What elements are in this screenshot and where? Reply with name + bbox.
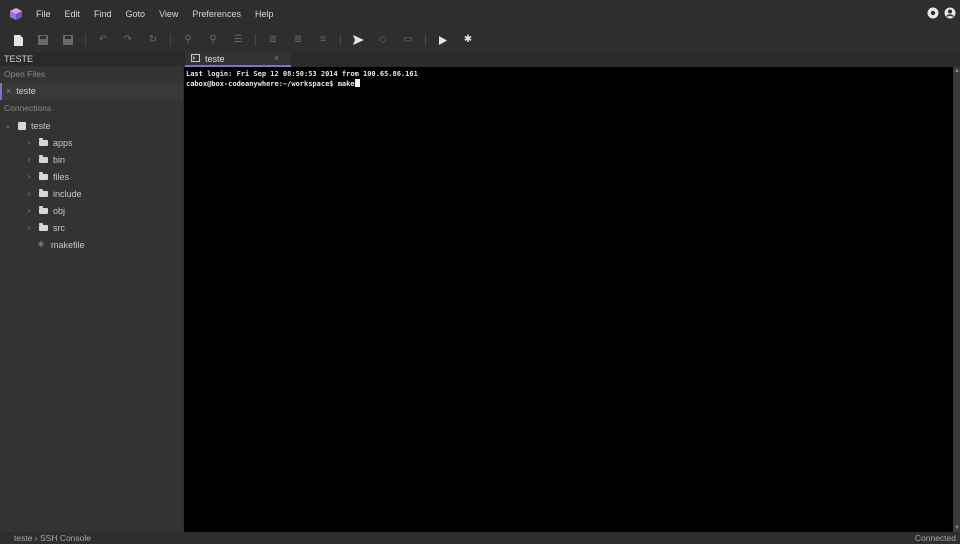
tab-bar: teste × xyxy=(183,52,960,67)
connections-label: Connections xyxy=(4,103,52,113)
redo-icon[interactable]: ↷ xyxy=(120,32,136,48)
open-file-item[interactable]: × teste xyxy=(0,83,183,100)
folder-icon xyxy=(39,223,48,231)
tree-folder-label: include xyxy=(53,188,82,199)
undo-icon[interactable]: ↶ xyxy=(95,32,111,48)
toolbar-separator xyxy=(255,34,256,46)
menu-edit[interactable]: Edit xyxy=(65,9,81,19)
tree-folder-files[interactable]: › files xyxy=(0,168,183,185)
chevron-right-icon[interactable]: › xyxy=(25,223,33,232)
folder-icon xyxy=(39,172,48,180)
menu-right-icons xyxy=(926,6,956,19)
cube-logo-icon[interactable] xyxy=(6,4,26,24)
terminal-scrollbar[interactable]: ▲ ▼ xyxy=(953,67,960,532)
menu-goto[interactable]: Goto xyxy=(126,9,146,19)
toolbar: ↶ ↷ ↻ ⚲ ⚲ ☰ ≣ ≣ ≡ ◇ ▭ ✱ xyxy=(0,28,960,52)
terminal-line: cabox@box-codeanywhere:~/workspace$ make xyxy=(186,80,355,88)
server-icon xyxy=(18,121,26,130)
tree-folder-label: apps xyxy=(53,137,73,148)
new-file-icon[interactable] xyxy=(10,32,26,48)
open-file-label: teste xyxy=(16,86,36,96)
scroll-up-arrow-icon[interactable]: ▲ xyxy=(954,68,960,74)
chevron-right-icon[interactable]: › xyxy=(25,206,33,215)
save-icon[interactable] xyxy=(35,32,51,48)
terminal-cursor xyxy=(354,79,360,87)
menu-find[interactable]: Find xyxy=(94,9,112,19)
tree-root-label: teste xyxy=(31,120,51,131)
terminal-line: Last login: Fri Sep 12 08:50:53 2014 fro… xyxy=(186,70,418,78)
search-icon[interactable]: ⚲ xyxy=(180,32,196,48)
chevron-down-icon[interactable]: ⌄ xyxy=(4,121,12,130)
folder-icon xyxy=(39,189,48,197)
toolbar-separator xyxy=(425,34,426,46)
account-icon[interactable] xyxy=(943,6,956,19)
menu-file[interactable]: File xyxy=(36,9,51,19)
asterisk-file-icon: ∗ xyxy=(36,239,46,250)
save-all-icon[interactable] xyxy=(60,32,76,48)
tree-folder-label: files xyxy=(53,171,70,182)
tree-folder-label: obj xyxy=(53,205,66,216)
close-icon[interactable]: × xyxy=(6,83,11,100)
tree-folder-label: bin xyxy=(53,154,66,165)
window-icon[interactable]: ▭ xyxy=(400,32,416,48)
tree-root[interactable]: ⌄ teste xyxy=(0,117,183,134)
tab-label: teste xyxy=(205,53,225,64)
terminal-prompt-line: cabox@box-codeanywhere:~/workspace$ make xyxy=(186,79,951,89)
send-icon[interactable] xyxy=(350,32,366,48)
chevron-right-icon[interactable]: › xyxy=(25,172,33,181)
scroll-down-arrow-icon[interactable]: ▼ xyxy=(954,525,960,531)
gear-icon[interactable]: ✱ xyxy=(460,32,476,48)
folder-icon xyxy=(39,155,48,163)
run-icon[interactable] xyxy=(435,32,451,48)
status-bar: teste › SSH Console Connected xyxy=(0,532,960,544)
sidebar: TESTE Open Files × teste Connections ⌄ t… xyxy=(0,52,183,532)
menu-help[interactable]: Help xyxy=(255,9,274,19)
chevron-right-icon[interactable]: › xyxy=(25,189,33,198)
chevron-right-icon[interactable]: › xyxy=(25,155,33,164)
tab-teste[interactable]: teste × xyxy=(185,52,291,67)
project-title: TESTE xyxy=(0,52,183,66)
toolbar-separator xyxy=(85,34,86,46)
menu-bar: File Edit Find Goto View Preferences Hel… xyxy=(0,0,960,28)
status-breadcrumb: teste › SSH Console xyxy=(14,533,92,543)
folder-icon xyxy=(39,206,48,214)
align-icon[interactable]: ☰ xyxy=(230,32,246,48)
tree-folder-include[interactable]: › include xyxy=(0,185,183,202)
status-drop-icon[interactable] xyxy=(926,6,939,19)
tree-folder-apps[interactable]: › apps xyxy=(0,134,183,151)
preview-icon[interactable]: ◇ xyxy=(375,32,391,48)
tree-file-makefile[interactable]: ∗ makefile xyxy=(0,236,183,253)
search-replace-icon[interactable]: ⚲ xyxy=(205,32,221,48)
open-files-label: Open Files xyxy=(4,69,46,79)
comment-icon[interactable]: ≡ xyxy=(315,32,331,48)
refresh-icon[interactable]: ↻ xyxy=(145,32,161,48)
indent-icon[interactable]: ≣ xyxy=(265,32,281,48)
menu-preferences[interactable]: Preferences xyxy=(192,9,241,19)
folder-icon xyxy=(39,138,48,146)
terminal-icon xyxy=(191,53,200,64)
tree-file-label: makefile xyxy=(51,239,85,250)
menu-view[interactable]: View xyxy=(159,9,178,19)
tree-folder-src[interactable]: › src xyxy=(0,219,183,236)
tree-folder-bin[interactable]: › bin xyxy=(0,151,183,168)
toolbar-separator xyxy=(340,34,341,46)
connection-status: Connected xyxy=(914,533,956,543)
terminal-console[interactable]: Last login: Fri Sep 12 08:50:53 2014 fro… xyxy=(184,67,953,532)
toolbar-separator xyxy=(170,34,171,46)
chevron-right-icon[interactable]: › xyxy=(25,138,33,147)
tree-folder-label: src xyxy=(53,222,65,233)
close-icon[interactable]: × xyxy=(274,53,279,63)
tree-folder-obj[interactable]: › obj xyxy=(0,202,183,219)
outdent-icon[interactable]: ≣ xyxy=(290,32,306,48)
